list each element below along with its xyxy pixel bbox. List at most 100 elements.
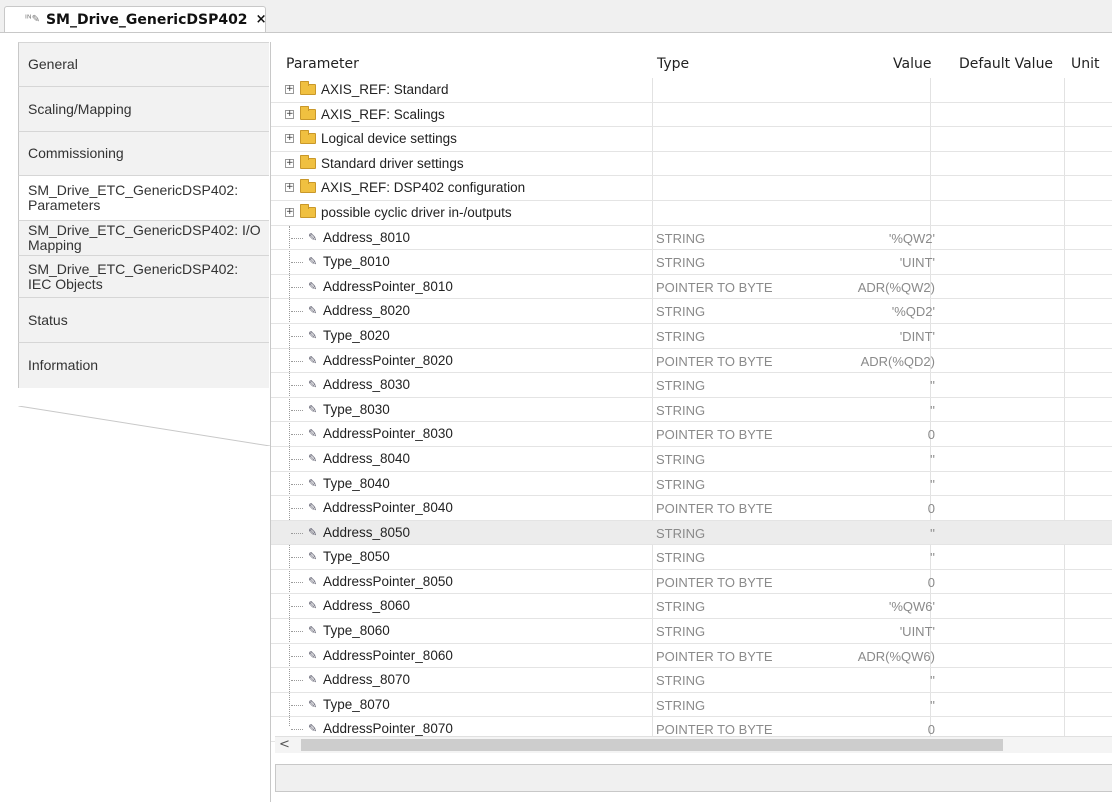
parameter-value[interactable]: '%QW6' bbox=[889, 599, 935, 614]
parameter-type: STRING bbox=[656, 378, 706, 394]
side-tab[interactable]: SM_Drive_ETC_GenericDSP402: IEC Objects bbox=[18, 255, 269, 297]
side-tab[interactable]: SM_Drive_ETC_GenericDSP402: I/O Mapping bbox=[18, 220, 269, 255]
expand-icon[interactable]: + bbox=[285, 85, 294, 94]
tree-branch bbox=[291, 237, 303, 239]
side-tab[interactable]: Status bbox=[18, 297, 269, 342]
parameter-row[interactable]: ✎ AddressPointer_8020 POINTER TO BYTE ADR(%… bbox=[271, 349, 1112, 374]
parameter-row[interactable]: ✎ AddressPointer_8010 POINTER TO BYTE ADR(%… bbox=[271, 275, 1112, 300]
parameter-row[interactable]: ✎ AddressPointer_8050 POINTER TO BYTE 0 bbox=[271, 570, 1112, 595]
column-header-value[interactable]: Value bbox=[893, 56, 931, 72]
expand-icon[interactable]: + bbox=[285, 207, 294, 217]
parameter-value[interactable]: '' bbox=[930, 698, 935, 713]
parameter-value[interactable]: '%QW2' bbox=[889, 231, 935, 246]
side-tab[interactable]: Information bbox=[18, 342, 269, 388]
tree-branch bbox=[291, 606, 303, 608]
column-header-unit[interactable]: Unit bbox=[1071, 56, 1100, 72]
parameter-row[interactable]: ✎ Address_8020 STRING '%QD2' bbox=[271, 299, 1112, 324]
side-tab[interactable]: General bbox=[18, 42, 269, 86]
parameter-row[interactable]: ✎ Type_8040 STRING '' bbox=[271, 472, 1112, 497]
side-tab[interactable]: Commissioning bbox=[18, 131, 269, 175]
column-header-parameter[interactable]: Parameter bbox=[286, 56, 359, 72]
parameter-value[interactable]: ADR(%QD2) bbox=[861, 354, 935, 369]
tree-branch bbox=[291, 729, 303, 731]
parameter-row[interactable]: ✎ Type_8060 STRING 'UINT' bbox=[271, 619, 1112, 644]
group-row[interactable]: + AXIS_REF: Standard bbox=[271, 78, 1112, 103]
parameter-grid-panel: Parameter Type Value Default Value Unit … bbox=[270, 42, 1112, 802]
group-row[interactable]: + AXIS_REF: DSP402 configuration bbox=[271, 176, 1112, 201]
parameter-icon: ✎ bbox=[308, 279, 318, 293]
parameter-name: Address_8040 bbox=[323, 450, 411, 466]
column-header-default-value[interactable]: Default Value bbox=[959, 56, 1053, 72]
parameter-icon: ✎ bbox=[308, 574, 318, 588]
folder-icon bbox=[300, 203, 316, 218]
parameter-row[interactable]: ✎ Type_8070 STRING '' bbox=[271, 693, 1112, 718]
side-tab-label: Scaling/Mapping bbox=[28, 100, 132, 117]
parameter-value[interactable]: '' bbox=[930, 550, 935, 565]
close-tab-icon[interactable]: × bbox=[256, 12, 267, 27]
scrollbar-thumb[interactable] bbox=[301, 739, 1003, 751]
column-header-type[interactable]: Type bbox=[657, 56, 689, 72]
parameter-type: STRING bbox=[656, 697, 706, 713]
parameter-row[interactable]: ✎ Type_8030 STRING '' bbox=[271, 398, 1112, 423]
scroll-left-icon[interactable]: < bbox=[279, 737, 290, 752]
side-tab-label: General bbox=[28, 56, 78, 72]
parameter-row[interactable]: ✎ Address_8060 STRING '%QW6' bbox=[271, 594, 1112, 620]
parameter-value[interactable]: '' bbox=[930, 378, 935, 393]
expand-icon[interactable]: + bbox=[285, 109, 294, 119]
parameter-icon: ✎ bbox=[308, 599, 318, 613]
tree-branch bbox=[291, 409, 303, 411]
expand-icon[interactable]: + bbox=[285, 183, 294, 193]
expand-icon[interactable]: + bbox=[285, 158, 294, 168]
parameter-row[interactable]: ✎ Address_8050 STRING '' bbox=[271, 520, 1112, 546]
tree-branch bbox=[291, 286, 303, 288]
parameter-name: Address_8070 bbox=[323, 672, 411, 688]
parameter-row[interactable]: ✎ AddressPointer_8040 POINTER TO BYTE 0 bbox=[271, 496, 1112, 521]
tree-branch bbox=[291, 335, 303, 337]
document-tab[interactable]: ᴵᴺ✎ SM_Drive_GenericDSP402 × bbox=[4, 6, 266, 32]
side-tab[interactable]: Scaling/Mapping bbox=[18, 86, 269, 131]
parameter-value[interactable]: 0 bbox=[928, 427, 935, 442]
parameter-row[interactable]: ✎ Type_8020 STRING 'DINT' bbox=[271, 324, 1112, 349]
parameter-value[interactable]: 'UINT' bbox=[900, 624, 935, 639]
parameter-value[interactable]: 'UINT' bbox=[900, 255, 935, 270]
parameter-type: POINTER TO BYTE bbox=[656, 501, 773, 517]
editor-side-tabs: General Scaling/Mapping Commissioning SM_Dr… bbox=[18, 42, 269, 388]
parameter-value[interactable]: 0 bbox=[928, 575, 935, 590]
group-row[interactable]: + AXIS_REF: Scalings bbox=[271, 103, 1112, 128]
horizontal-scrollbar[interactable]: < bbox=[275, 736, 1112, 753]
parameter-row[interactable]: ✎ Address_8040 STRING '' bbox=[271, 447, 1112, 472]
parameter-value[interactable]: '' bbox=[930, 403, 935, 418]
parameter-row[interactable]: ✎ AddressPointer_8060 POINTER TO BYTE ADR(%… bbox=[271, 644, 1112, 669]
parameter-value[interactable]: 0 bbox=[928, 501, 935, 516]
group-row[interactable]: + Logical device settings bbox=[271, 127, 1112, 152]
parameter-type: STRING bbox=[656, 304, 706, 320]
parameter-icon: ✎ bbox=[308, 427, 318, 441]
parameter-name: AddressPointer_8020 bbox=[323, 352, 453, 368]
parameter-value[interactable]: '' bbox=[930, 452, 935, 467]
group-row[interactable]: + possible cyclic driver in-/outputs bbox=[271, 201, 1112, 226]
side-tab-label: Commissioning bbox=[28, 145, 124, 161]
parameter-row[interactable]: ✎ Type_8010 STRING 'UINT' bbox=[271, 250, 1112, 275]
parameter-icon: ✎ bbox=[308, 648, 318, 662]
parameter-value[interactable]: '' bbox=[930, 673, 935, 688]
parameter-name: AddressPointer_8040 bbox=[323, 500, 453, 516]
parameter-icon: ✎ bbox=[308, 451, 318, 465]
side-tab[interactable]: SM_Drive_ETC_GenericDSP402: Parameters bbox=[18, 175, 269, 220]
parameter-value[interactable]: ADR(%QW2) bbox=[858, 280, 935, 295]
parameter-row[interactable]: ✎ Address_8070 STRING '' bbox=[271, 668, 1112, 693]
parameter-value[interactable]: '' bbox=[930, 526, 935, 541]
tree-branch bbox=[291, 532, 303, 534]
tree-branch bbox=[291, 385, 303, 387]
parameter-value[interactable]: ADR(%QW6) bbox=[858, 649, 935, 664]
expand-icon[interactable]: + bbox=[285, 134, 294, 144]
parameter-row[interactable]: ✎ Address_8010 STRING '%QW2' bbox=[271, 226, 1112, 251]
parameter-row[interactable]: ✎ Type_8050 STRING '' bbox=[271, 545, 1112, 570]
parameter-value[interactable]: '%QD2' bbox=[892, 304, 935, 319]
parameter-value[interactable]: '' bbox=[930, 477, 935, 492]
parameter-value[interactable]: 'DINT' bbox=[900, 329, 935, 344]
parameter-row[interactable]: ✎ AddressPointer_8030 POINTER TO BYTE 0 bbox=[271, 422, 1112, 447]
parameter-icon: ✎ bbox=[308, 230, 318, 244]
group-row[interactable]: + Standard driver settings bbox=[271, 152, 1112, 177]
parameter-row[interactable]: ✎ Address_8030 STRING '' bbox=[271, 373, 1112, 398]
group-name: Logical device settings bbox=[321, 131, 457, 147]
